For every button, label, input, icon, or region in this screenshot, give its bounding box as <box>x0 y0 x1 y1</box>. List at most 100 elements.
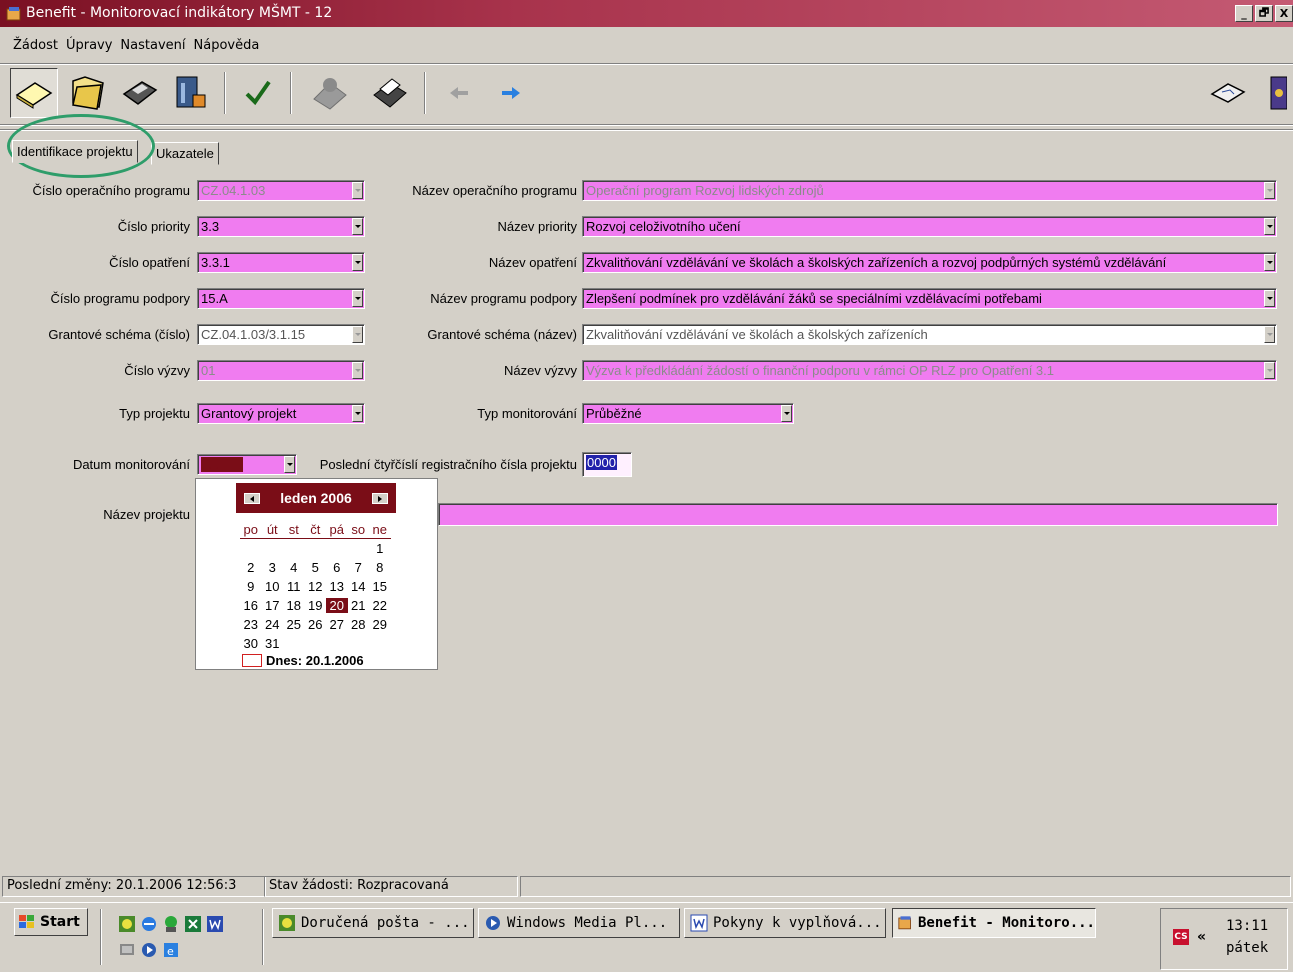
cislo-opatreni-dropdown-button[interactable] <box>352 254 363 271</box>
calendar-day[interactable]: 24 <box>262 617 284 632</box>
calendar-day[interactable]: 28 <box>348 617 370 632</box>
taskbar-clock[interactable]: 13:11 pátek <box>1226 915 1268 959</box>
gs-nazev-field[interactable]: Zkvalitňování vzdělávání ve školách a šk… <box>582 324 1277 345</box>
task-benefit[interactable]: Benefit - Monitoro... <box>892 908 1096 938</box>
calendar-day[interactable]: 31 <box>262 636 284 651</box>
calendar-day[interactable]: 23 <box>240 617 262 632</box>
calendar-day[interactable]: 30 <box>240 636 262 651</box>
open-button[interactable] <box>64 68 112 118</box>
calendar-day[interactable]: 7 <box>348 560 370 575</box>
print-button[interactable] <box>366 68 414 118</box>
green-app-icon[interactable] <box>162 915 180 933</box>
calendar-day[interactable]: 11 <box>283 579 305 594</box>
nazev-vyzvy-dropdown-button[interactable] <box>1264 362 1275 379</box>
nazev-op-field[interactable]: Operační program Rozvoj lidských zdrojů <box>582 180 1277 201</box>
cislo-op-field[interactable]: CZ.04.1.03 <box>197 180 365 201</box>
calendar-day[interactable]: 26 <box>305 617 327 632</box>
calendar-day[interactable]: 18 <box>283 598 305 613</box>
calendar-day[interactable]: 10 <box>262 579 284 594</box>
calendar-day[interactable]: 27 <box>326 617 348 632</box>
language-indicator[interactable]: CS <box>1173 929 1189 945</box>
task-word[interactable]: Pokyny k vyplňová... <box>684 908 886 938</box>
calendar-day[interactable]: 14 <box>348 579 370 594</box>
save-button[interactable] <box>116 68 164 118</box>
archive-button[interactable] <box>166 68 214 118</box>
typ-monitorovani-field[interactable]: Průběžné <box>582 403 794 424</box>
minimize-button[interactable]: _ <box>1235 5 1253 22</box>
nazev-opatreni-dropdown-button[interactable] <box>1264 254 1275 271</box>
ie-alt-quicklaunch-icon[interactable]: e <box>162 941 180 959</box>
cislo-op-dropdown-button[interactable] <box>352 182 363 199</box>
cislo-vyzvy-dropdown-button[interactable] <box>352 362 363 379</box>
gs-cislo-dropdown-button[interactable] <box>352 326 363 343</box>
gs-cislo-field[interactable]: CZ.04.1.03/3.1.15 <box>197 324 365 345</box>
task-media-player[interactable]: Windows Media Pl... <box>478 908 680 938</box>
calendar-prev-month-button[interactable] <box>244 493 260 504</box>
stamp-button[interactable] <box>306 68 354 118</box>
calendar-day[interactable]: 15 <box>369 579 391 594</box>
maximize-button[interactable]: 🗗 <box>1255 5 1273 22</box>
sign-button[interactable] <box>1204 68 1252 118</box>
calendar-day[interactable]: 5 <box>305 560 327 575</box>
outlook-quicklaunch-icon[interactable] <box>118 915 136 933</box>
help-button[interactable] <box>1252 68 1292 118</box>
cislo-pp-field[interactable]: 15.A <box>197 288 365 309</box>
calendar-day[interactable]: 29 <box>369 617 391 632</box>
datum-monitorovani-field[interactable]: . . . <box>197 454 297 475</box>
tab-ukazatele[interactable]: Ukazatele <box>151 142 219 165</box>
calendar-day[interactable]: 20 <box>326 598 348 613</box>
calendar-day[interactable]: 25 <box>283 617 305 632</box>
calendar-day[interactable]: 1 <box>369 541 391 556</box>
calendar-day[interactable]: 17 <box>262 598 284 613</box>
calendar-day[interactable]: 16 <box>240 598 262 613</box>
typ-monitorovani-dropdown-button[interactable] <box>781 405 792 422</box>
media-quicklaunch-icon[interactable] <box>118 941 136 959</box>
calendar-today-button[interactable]: Dnes: 20.1.2006 <box>242 653 364 668</box>
date-picker-popup[interactable]: leden 2006 po út st čt pá so ne 12345678… <box>195 478 438 670</box>
calendar-day[interactable]: 21 <box>348 598 370 613</box>
calendar-day[interactable]: 8 <box>369 560 391 575</box>
calendar-day[interactable]: 3 <box>262 560 284 575</box>
task-outlook[interactable]: Doručená pošta - ... <box>272 908 474 938</box>
cislo-priority-dropdown-button[interactable] <box>352 218 363 235</box>
calendar-day[interactable]: 22 <box>369 598 391 613</box>
calendar-day[interactable]: 4 <box>283 560 305 575</box>
calendar-day[interactable]: 13 <box>326 579 348 594</box>
menu-nastaveni[interactable]: Nastavení <box>120 38 185 60</box>
new-button[interactable] <box>10 68 58 118</box>
calendar-day[interactable]: 9 <box>240 579 262 594</box>
typ-projektu-field[interactable]: Grantový projekt <box>197 403 365 424</box>
nazev-projektu-field[interactable] <box>438 503 1278 526</box>
cislo-pp-dropdown-button[interactable] <box>352 290 363 307</box>
calendar-day[interactable]: 2 <box>240 560 262 575</box>
media-player-quicklaunch-icon[interactable] <box>140 941 158 959</box>
check-button[interactable] <box>234 68 282 118</box>
start-button[interactable]: Start <box>14 908 88 936</box>
nazev-op-dropdown-button[interactable] <box>1264 182 1275 199</box>
menu-napoveda[interactable]: Nápověda <box>194 38 260 60</box>
cislo-priority-field[interactable]: 3.3 <box>197 216 365 237</box>
cislo-vyzvy-field[interactable]: 01 <box>197 360 365 381</box>
forward-button[interactable] <box>486 68 534 118</box>
nazev-opatreni-field[interactable]: Zkvalitňování vzdělávání ve školách a šk… <box>582 252 1277 273</box>
menu-zadost[interactable]: Žádost <box>13 38 58 60</box>
menu-upravy[interactable]: Úpravy <box>66 38 112 60</box>
nazev-priority-dropdown-button[interactable] <box>1264 218 1275 235</box>
posledni-ctyrcisli-field[interactable]: 0000 <box>582 452 632 477</box>
tab-identifikace-projektu[interactable]: Identifikace projektu <box>12 140 138 163</box>
typ-projektu-dropdown-button[interactable] <box>352 405 363 422</box>
gs-nazev-dropdown-button[interactable] <box>1264 326 1275 343</box>
datum-monitorovani-dropdown-button[interactable] <box>284 456 295 473</box>
nazev-vyzvy-field[interactable]: Výzva k předkládání žádostí o finanční p… <box>582 360 1277 381</box>
cislo-opatreni-field[interactable]: 3.3.1 <box>197 252 365 273</box>
nazev-pp-dropdown-button[interactable] <box>1264 290 1275 307</box>
benefit-app-icon[interactable] <box>6 6 22 22</box>
back-button[interactable] <box>436 68 484 118</box>
nazev-pp-field[interactable]: Zlepšení podmínek pro vzdělávání žáků se… <box>582 288 1277 309</box>
title-bar[interactable]: Benefit - Monitorovací indikátory MŠMT -… <box>0 0 1293 27</box>
calendar-day[interactable]: 19 <box>305 598 327 613</box>
calendar-day[interactable]: 12 <box>305 579 327 594</box>
internet-explorer-icon[interactable] <box>140 915 158 933</box>
close-button[interactable]: X <box>1275 5 1293 22</box>
calendar-next-month-button[interactable] <box>372 493 388 504</box>
